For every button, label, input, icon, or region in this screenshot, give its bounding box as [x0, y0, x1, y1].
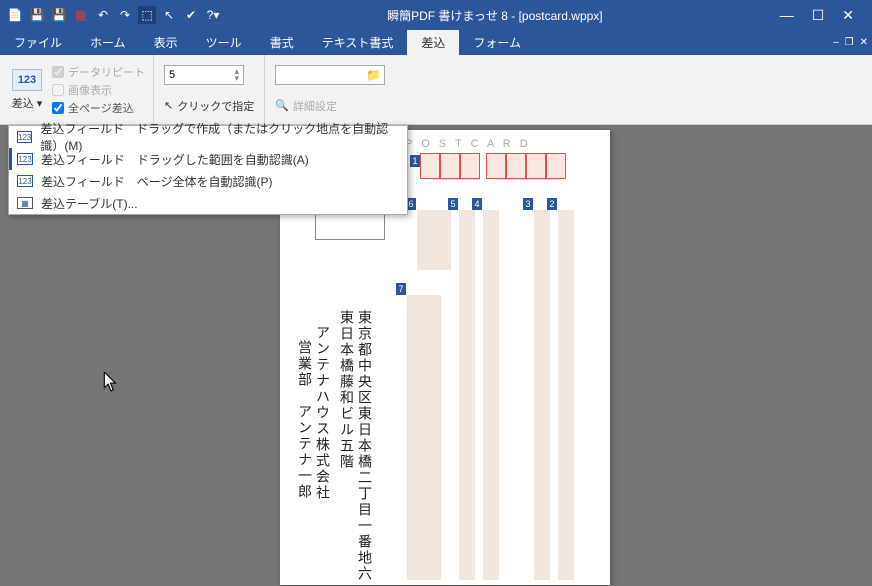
ribbon-group-merge: 123 差込 ▾ データリピート 画像表示 全ページ差込 [0, 55, 154, 124]
address-line-4: 営業部 アンテナ一郎 [295, 340, 315, 500]
qat-icon-1[interactable]: 📄 [6, 6, 24, 24]
merge-big-button[interactable]: 123 差込 ▾ [8, 59, 46, 120]
mdi-controls: – ❐ ✕ [833, 37, 868, 48]
qat-icon-2[interactable]: 💾 [28, 6, 46, 24]
merge-dropdown-menu: 123差込フィールド ドラッグで作成（またはクリック地点を自動認識）(M) 12… [8, 125, 408, 215]
pointer-icon-2[interactable]: ↖ [160, 6, 178, 24]
dd-item-whole-page[interactable]: 123差込フィールド ページ全体を自動認識(P) [9, 170, 407, 192]
menu-merge[interactable]: 差込 [407, 30, 459, 55]
chk-image-show[interactable]: 画像表示 [52, 82, 145, 98]
mdi-restore[interactable]: ❐ [845, 37, 854, 48]
close-button[interactable]: ✕ [842, 7, 854, 24]
postal-box[interactable] [506, 153, 526, 179]
field-col-7[interactable] [407, 295, 441, 580]
menu-tool[interactable]: ツール [192, 30, 256, 55]
field-col-5[interactable] [459, 210, 475, 580]
mdi-minimize[interactable]: – [833, 37, 839, 48]
field-tag-1[interactable]: 1 [410, 155, 420, 167]
field-col-3[interactable] [534, 210, 550, 580]
check-icon[interactable]: ✔ [182, 6, 200, 24]
address-line-1: 東京都中央区東日本橋二丁目一番地六 [355, 310, 375, 582]
field-tag-5[interactable]: 5 [448, 198, 458, 210]
chk-all-page-box[interactable] [52, 102, 64, 114]
mouse-cursor [103, 372, 119, 397]
window-controls: — ☐ ✕ [762, 7, 872, 24]
ribbon-group-field: 5▴▾ ↖クリックで指定 [154, 55, 265, 124]
minimize-button[interactable]: — [780, 7, 794, 24]
menubar: ファイル ホーム 表示 ツール 書式 テキスト書式 差込 フォーム – ❐ ✕ [0, 30, 872, 55]
field-tag-4[interactable]: 4 [472, 198, 482, 210]
titlebar: 📄 💾 💾 ▦ ↶ ↷ ⬚ ↖ ✔ ?▾ 瞬簡PDF 書けまっせ 8 - [po… [0, 0, 872, 30]
menu-file[interactable]: ファイル [0, 30, 76, 55]
address-line-2: 東日本橋藤和ビル五階 [337, 310, 357, 470]
pointer-icon-1[interactable]: ⬚ [138, 6, 156, 24]
selection-indicator [9, 148, 12, 170]
undo-icon[interactable]: ↶ [94, 6, 112, 24]
quick-access-toolbar: 📄 💾 💾 ▦ ↶ ↷ ⬚ ↖ ✔ ?▾ [0, 6, 228, 24]
postcard-label: P O S T C A R D [405, 138, 531, 150]
qat-icon-3[interactable]: 💾 [50, 6, 68, 24]
window-title: 瞬簡PDF 書けまっせ 8 - [postcard.wppx] [228, 7, 762, 24]
postal-code-boxes[interactable] [420, 153, 566, 179]
table-icon: ▦ [17, 197, 33, 209]
mdi-close[interactable]: ✕ [860, 37, 868, 48]
merge-options: データリピート 画像表示 全ページ差込 [52, 59, 145, 120]
chk-data-repeat[interactable]: データリピート [52, 64, 145, 80]
merge-big-label: 差込 ▾ [12, 95, 43, 111]
field-tag-3[interactable]: 3 [523, 198, 533, 210]
help-icon[interactable]: ?▾ [204, 6, 222, 24]
data-file-input[interactable]: 📁 [275, 65, 385, 85]
qat-icon-4[interactable]: ▦ [72, 6, 90, 24]
cursor-icon: ↖ [164, 99, 173, 112]
field-col-4[interactable] [483, 210, 499, 580]
postal-box[interactable] [440, 153, 460, 179]
menu-home[interactable]: ホーム [76, 30, 140, 55]
ribbon-group-search: 📁 🔍詳細設定 [265, 55, 395, 124]
field-tag-7[interactable]: 7 [396, 283, 406, 295]
magnify-icon: 🔍 [275, 99, 289, 112]
dd-item-drag-create[interactable]: 123差込フィールド ドラッグで作成（またはクリック地点を自動認識）(M) [9, 126, 407, 148]
redo-icon[interactable]: ↷ [116, 6, 134, 24]
menu-form[interactable]: フォーム [459, 30, 535, 55]
postal-box[interactable] [460, 153, 480, 179]
postal-box[interactable] [526, 153, 546, 179]
menu-text-format[interactable]: テキスト書式 [308, 30, 408, 55]
field-col-2[interactable] [558, 210, 574, 580]
field-icon: 123 [17, 175, 33, 187]
postal-box[interactable] [546, 153, 566, 179]
field-number-input[interactable]: 5▴▾ [164, 65, 244, 85]
ribbon: 123 差込 ▾ データリピート 画像表示 全ページ差込 5▴▾ ↖クリックで指… [0, 55, 872, 125]
dd-item-table[interactable]: ▦差込テーブル(T)... [9, 192, 407, 214]
field-icon: 123 [17, 153, 33, 165]
chk-all-page[interactable]: 全ページ差込 [52, 100, 145, 116]
chk-data-repeat-box[interactable] [52, 66, 64, 78]
field-icon: 123 [17, 131, 32, 143]
menu-view[interactable]: 表示 [140, 30, 192, 55]
field-col-6[interactable] [417, 210, 451, 270]
address-line-3: アンテナハウス株式会社 [313, 325, 333, 501]
postal-box[interactable] [420, 153, 440, 179]
field-tag-2[interactable]: 2 [547, 198, 557, 210]
postal-box[interactable] [486, 153, 506, 179]
detail-settings-button[interactable]: 🔍詳細設定 [275, 98, 385, 114]
menu-format[interactable]: 書式 [256, 30, 308, 55]
merge-123-icon: 123 [12, 69, 42, 91]
click-specify-button[interactable]: ↖クリックで指定 [164, 98, 254, 114]
chk-image-show-box[interactable] [52, 84, 64, 96]
maximize-button[interactable]: ☐ [812, 7, 825, 24]
folder-icon[interactable]: 📁 [366, 68, 381, 82]
